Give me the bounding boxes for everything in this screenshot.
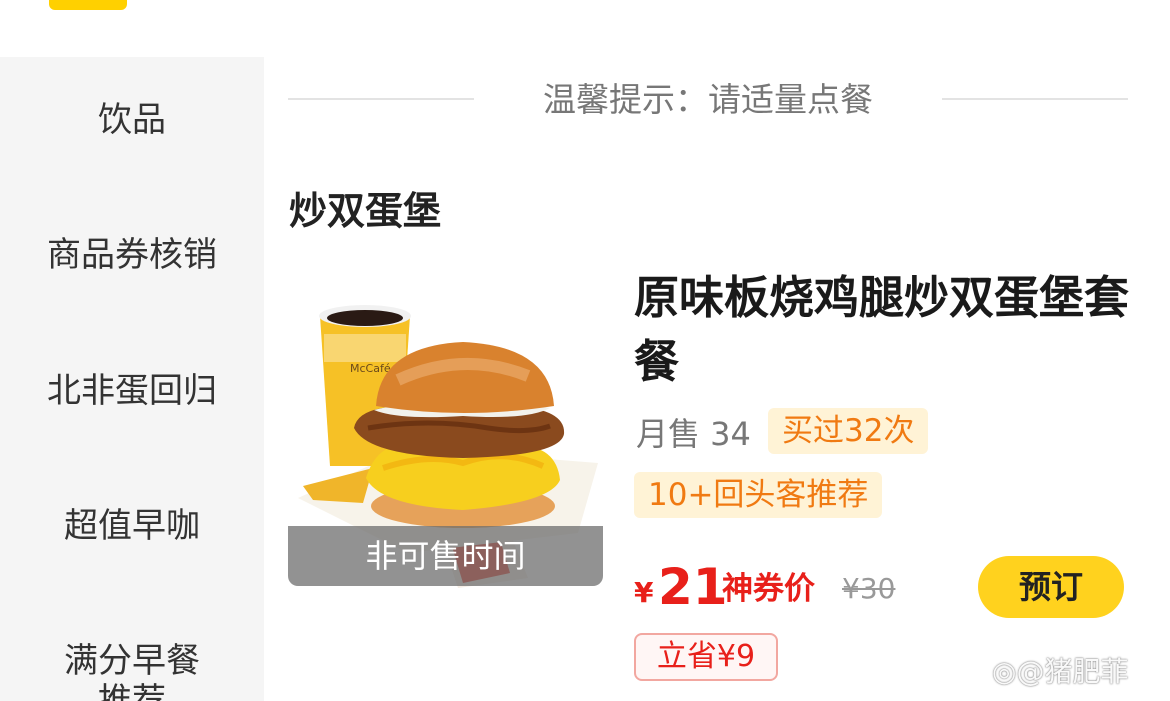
monthly-sales: 月售 34	[636, 415, 751, 453]
product-name[interactable]: 原味板烧鸡腿炒双蛋堡套餐	[634, 266, 1134, 394]
sidebar-item-coupon-redeem[interactable]: 商品券核销	[0, 235, 264, 275]
cup-logo-text: McCafé	[350, 362, 391, 375]
notice-divider-right	[942, 98, 1128, 100]
top-tab-indicator	[49, 0, 127, 10]
price-label: 神券价	[722, 571, 815, 607]
watermark-text: @猪肥菲	[1016, 655, 1129, 688]
preorder-button[interactable]: 预订	[978, 556, 1124, 618]
unavailable-time-overlay: 非可售时间	[288, 526, 603, 586]
sidebar-item-drinks[interactable]: 饮品	[0, 100, 264, 140]
price-currency-symbol: ¥	[634, 576, 654, 609]
sidebar-item-full-breakfast[interactable]: 满分早餐	[0, 641, 264, 681]
savings-badge: 立省¥9	[634, 633, 778, 681]
notice-text: 温馨提示：请适量点餐	[543, 80, 873, 119]
notice-divider-left	[288, 98, 474, 100]
sidebar-item-shakshuka-return[interactable]: 北非蛋回归	[0, 371, 264, 411]
repeat-customer-tag: 10+回头客推荐	[634, 472, 883, 518]
product-image[interactable]: McCafé 非可售时间	[288, 288, 603, 588]
bought-count-tag: 买过32次	[768, 408, 929, 454]
current-price: 21	[658, 558, 728, 616]
original-price: ¥30	[842, 572, 896, 605]
weibo-watermark: ◎@猪肥菲	[992, 654, 1128, 690]
section-title: 炒双蛋堡	[289, 189, 442, 233]
category-sidebar: 饮品 商品券核销 北非蛋回归 超值早咖 满分早餐 推荐	[0, 57, 264, 701]
weibo-icon: ◎	[992, 655, 1017, 688]
sidebar-item-value-breakfast-coffee[interactable]: 超值早咖	[0, 506, 264, 546]
sidebar-item-recommend[interactable]: 推荐	[0, 681, 264, 701]
